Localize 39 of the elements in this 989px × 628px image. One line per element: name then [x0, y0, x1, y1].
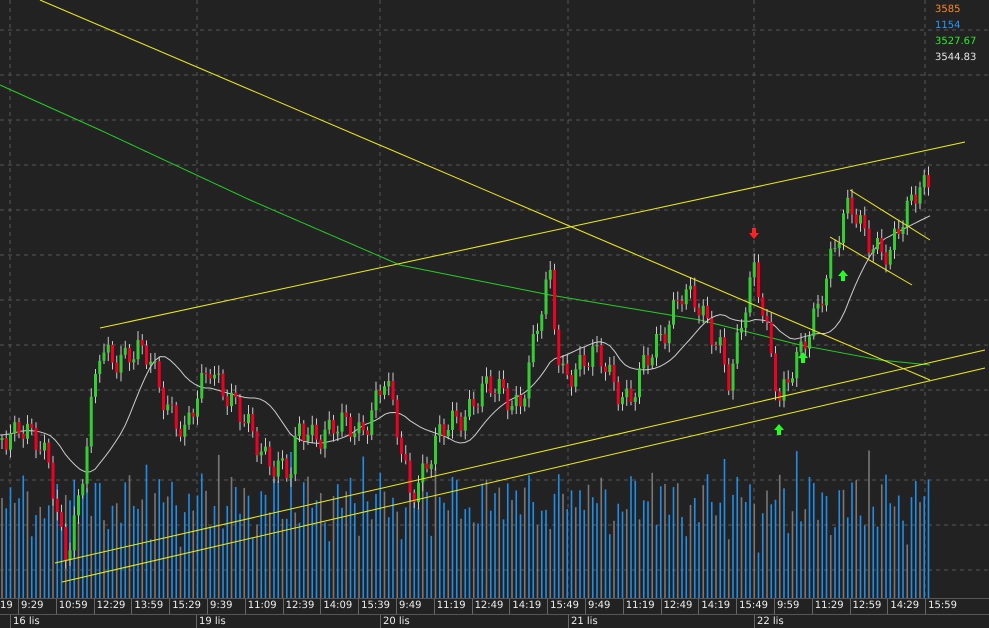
date-label: 21 lis	[568, 615, 754, 628]
time-label: 9:49	[584, 599, 623, 614]
date-label: 20 lis	[380, 615, 568, 628]
time-label: 12:39	[282, 599, 320, 614]
time-label: 19	[0, 599, 14, 613]
time-label: 13:59	[131, 599, 170, 614]
time-label: 11:19	[622, 599, 661, 614]
price-reading: 3527.67	[935, 35, 976, 48]
time-label: 10:59	[56, 599, 94, 614]
time-label: 12:29	[94, 599, 132, 614]
time-label: 11:29	[812, 599, 850, 614]
time-label: 15:59	[925, 599, 963, 614]
arrow-up-icon	[838, 270, 848, 281]
time-label: 12:49	[660, 599, 698, 614]
time-label: 12:59	[850, 599, 888, 614]
time-label: 15:29	[169, 599, 207, 614]
time-label: 14:19	[509, 599, 548, 614]
time-label: 9:49	[396, 599, 434, 614]
time-label: 12:49	[472, 599, 510, 614]
arrow-up-icon	[774, 424, 784, 435]
date-label: 19 lis	[196, 615, 380, 628]
time-label: 14:29	[887, 599, 926, 614]
time-label: 15:39	[358, 599, 396, 614]
time-label: 15:49	[736, 599, 774, 614]
time-label: 9:39	[206, 599, 245, 614]
price-reading: 1154	[935, 19, 960, 32]
date-label: 16 lis	[10, 615, 196, 628]
date-label: 22 lis	[754, 615, 940, 628]
price-reading: 3585	[935, 3, 960, 16]
time-label: 11:19	[434, 599, 472, 614]
arrow-up-icon	[798, 352, 808, 363]
time-label: 15:49	[547, 599, 585, 614]
time-label: 9:59	[774, 599, 812, 614]
price-reading: 3544.83	[935, 51, 976, 64]
time-label: 14:09	[320, 599, 358, 614]
time-label: 11:09	[244, 599, 283, 614]
time-label: 14:19	[698, 599, 736, 614]
time-label: 9:29	[18, 599, 56, 614]
arrow-down-icon	[749, 228, 759, 239]
